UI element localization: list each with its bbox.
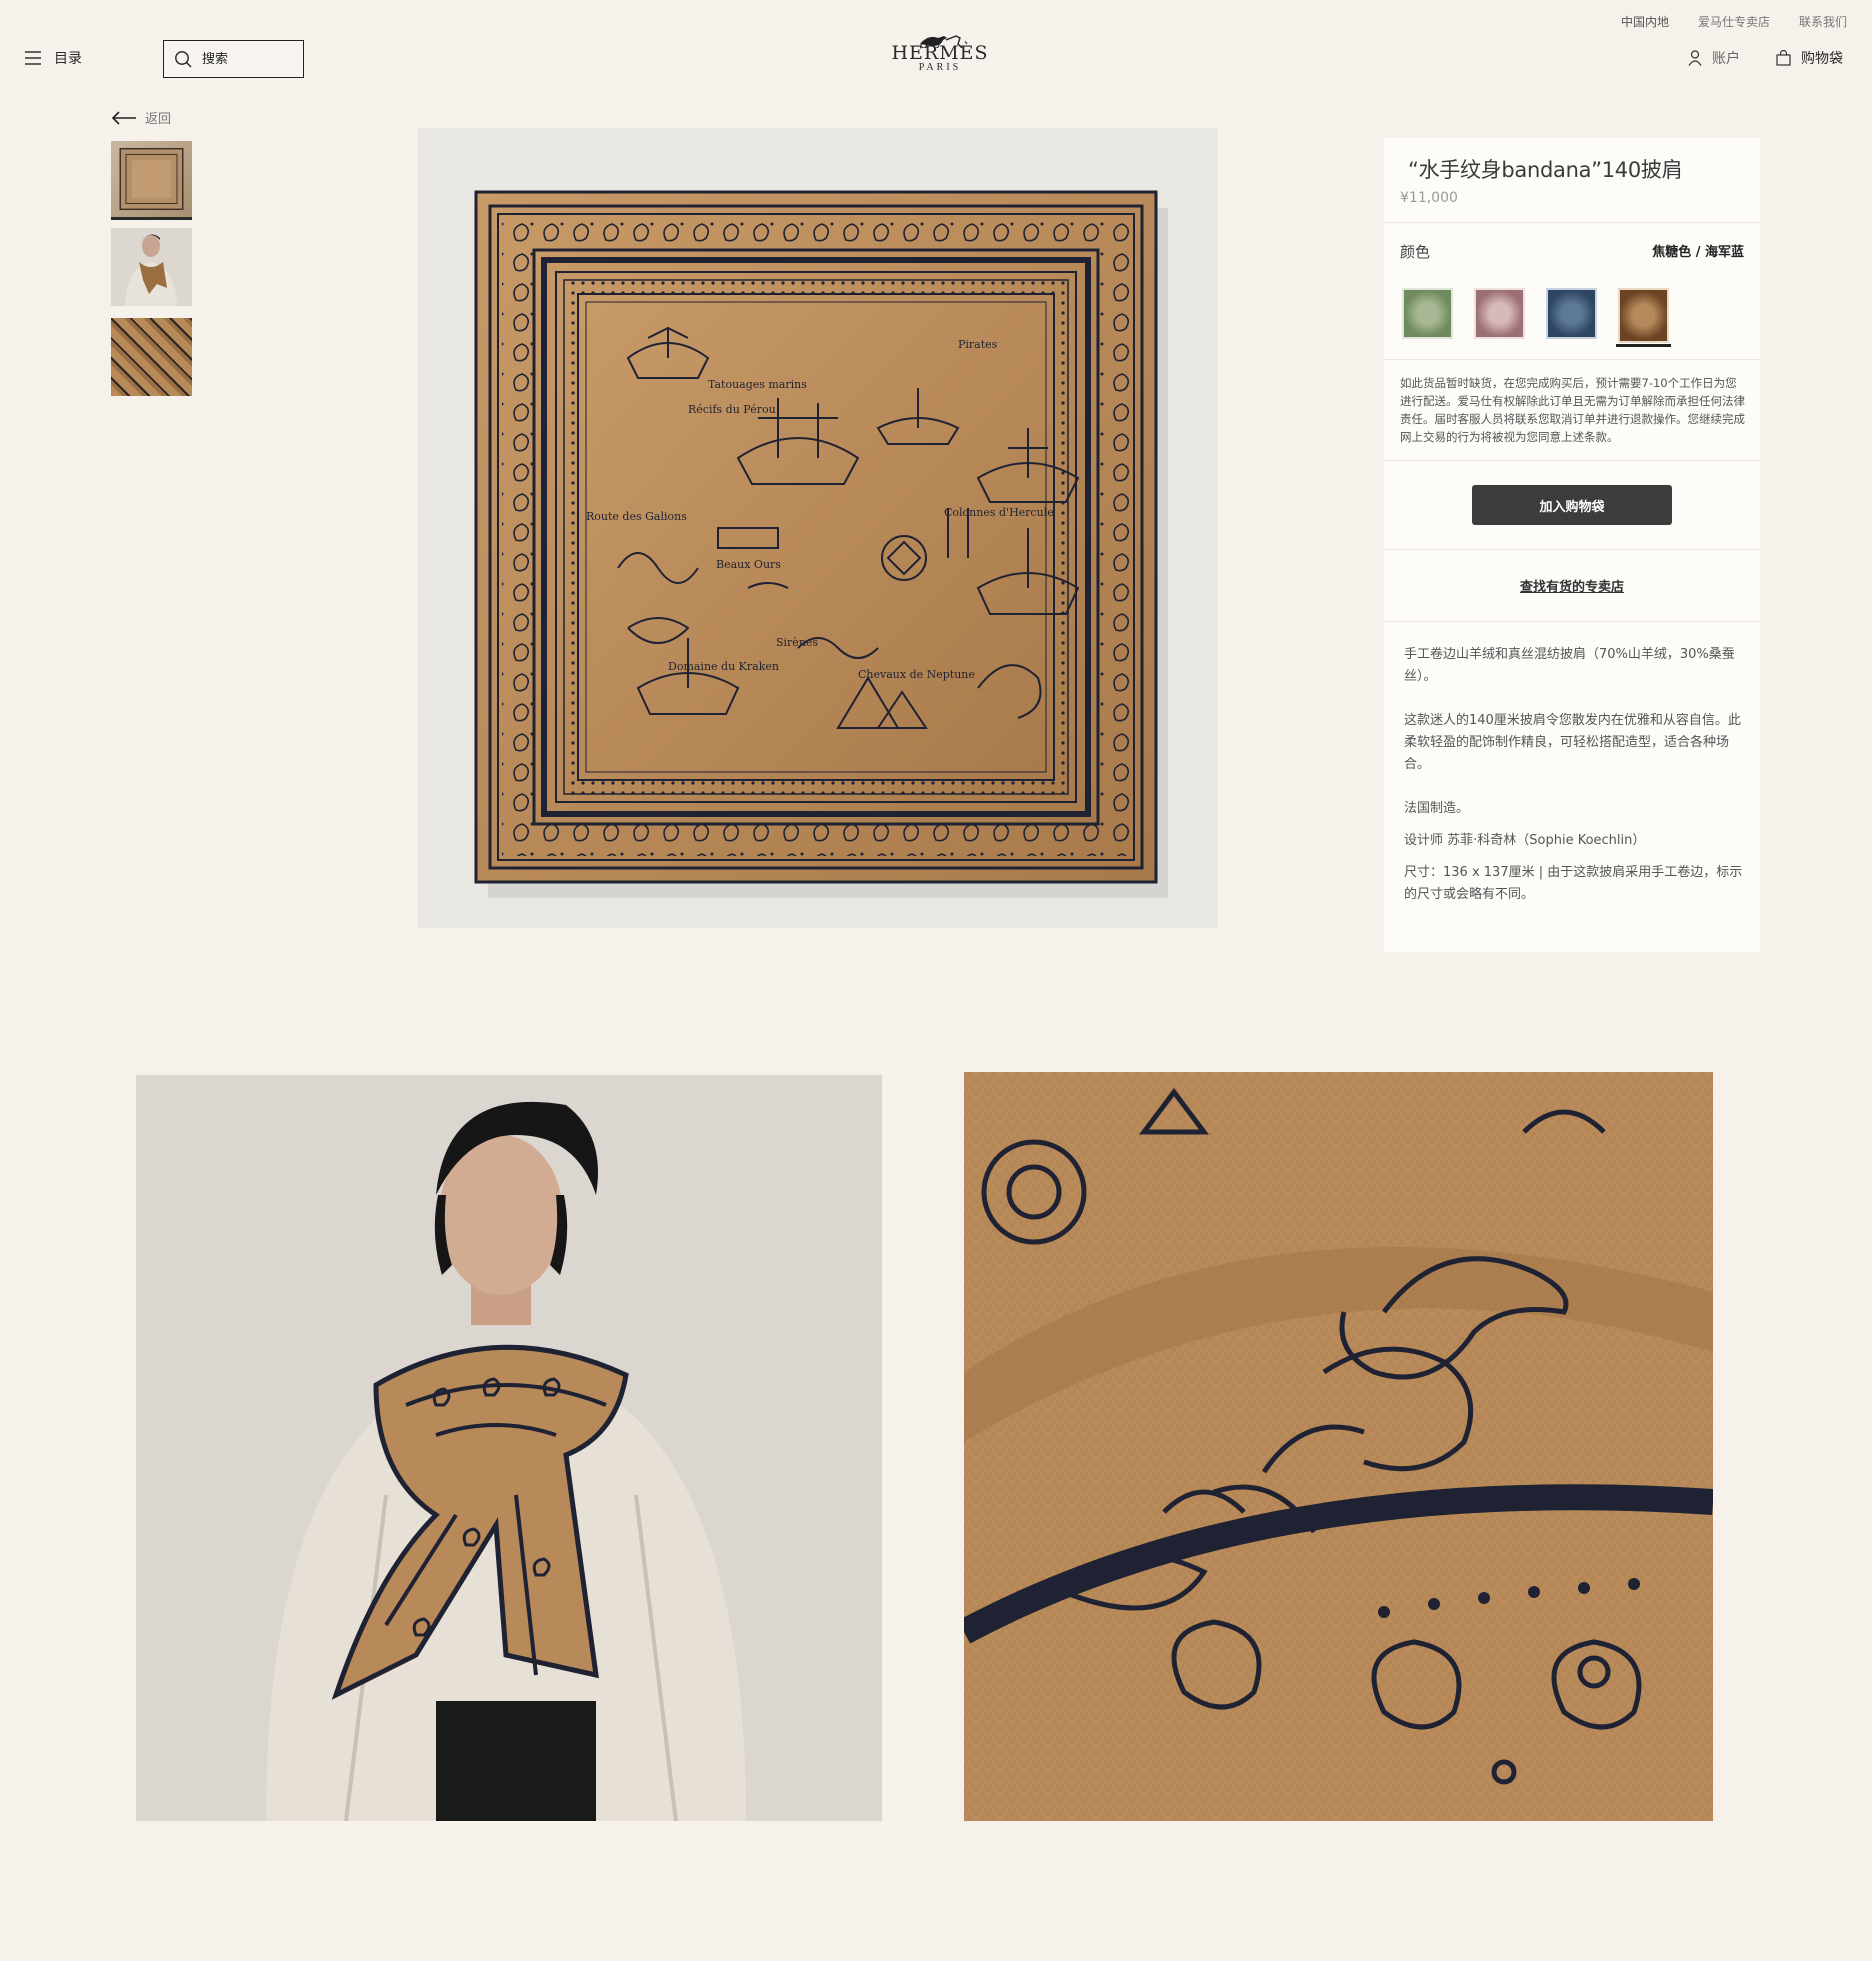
stock-notice: 如此货品暂时缺货，在您完成购买后，预计需要7-10个工作日为您进行配送。爱马仕有… — [1400, 376, 1745, 444]
brand-logo[interactable]: HERMÈS PARIS — [880, 32, 1000, 84]
scarf-label-8: Chevaux de Neptune — [858, 668, 975, 681]
thumbnail-scarf-flat[interactable] — [111, 141, 192, 220]
swatch-rose[interactable] — [1472, 286, 1527, 341]
bag-label: 购物袋 — [1801, 51, 1843, 67]
bag-icon — [1776, 50, 1791, 66]
carriage-logo-icon — [920, 35, 963, 48]
back-link[interactable]: 返回 — [111, 108, 171, 127]
product-title: “水手纹身bandana”140披肩 — [1408, 158, 1683, 182]
stores-link[interactable]: 爱马仕专卖店 — [1698, 13, 1770, 30]
desc-intro: 这款迷人的140厘米披肩令您散发内在优雅和从容自信。此柔软轻盈的配饰制作精良，可… — [1404, 713, 1741, 772]
swatch-green[interactable] — [1400, 286, 1455, 341]
add-to-cart-button[interactable]: 加入购物袋 — [1472, 485, 1672, 525]
model-image[interactable] — [136, 1075, 882, 1821]
menu-label: 目录 — [54, 51, 82, 67]
hamburger-icon — [25, 51, 41, 65]
desc-origin: 法国制造。 — [1404, 801, 1470, 816]
contact-link[interactable]: 联系我们 — [1799, 13, 1847, 30]
user-icon — [1688, 50, 1702, 66]
scarf-label-5: Beaux Ours — [716, 558, 781, 571]
swatch-caramel-navy[interactable] — [1616, 286, 1671, 347]
desc-material: 手工卷边山羊绒和真丝混纺披肩（70%山羊绒，30%桑蚕丝）。 — [1404, 647, 1735, 684]
back-label: 返回 — [145, 112, 172, 127]
desc-designer: 设计师 苏菲·科奇林（Sophie Koechlin） — [1404, 833, 1646, 848]
search-icon — [175, 51, 192, 68]
scarf-label-0: Tatouages marins — [708, 378, 807, 391]
thumbnail-detail[interactable] — [111, 318, 192, 396]
scarf-label-3: Route des Galions — [586, 510, 687, 523]
thumbnail-model[interactable] — [111, 228, 192, 306]
scarf-label-1: Pirates — [958, 338, 998, 351]
color-value: 焦糖色 / 海军蓝 — [1652, 245, 1744, 260]
product-panel: “水手纹身bandana”140披肩 ¥11,000 颜色 焦糖色 / 海军蓝 … — [1384, 138, 1760, 952]
search-input[interactable] — [202, 51, 292, 67]
search-box[interactable] — [163, 40, 304, 78]
account-label: 账户 — [1712, 51, 1740, 67]
shopping-bag-button[interactable]: 购物袋 — [1776, 48, 1843, 68]
scarf-label-2: Récifs du Pérou — [688, 403, 776, 416]
find-store-link[interactable]: 查找有货的专卖店 — [1384, 550, 1760, 621]
scarf-label-6: Sirènes — [776, 636, 818, 649]
scarf-label-7: Domaine du Kraken — [668, 660, 779, 673]
product-description: 手工卷边山羊绒和真丝混纺披肩（70%山羊绒，30%桑蚕丝）。 这款迷人的140厘… — [1384, 622, 1760, 944]
desc-size: 尺寸：136 x 137厘米 | 由于这款披肩采用手工卷边，标示的尺寸或会略有不… — [1404, 865, 1743, 902]
color-swatches — [1384, 278, 1760, 359]
product-price: ¥11,000 — [1400, 190, 1458, 206]
region-link[interactable]: 中国内地 — [1621, 13, 1669, 30]
menu-button[interactable]: 目录 — [24, 48, 82, 68]
color-label: 颜色 — [1400, 243, 1431, 261]
swatch-blue[interactable] — [1544, 286, 1599, 341]
account-button[interactable]: 账户 — [1688, 48, 1740, 68]
arrow-left-icon — [111, 110, 136, 125]
detail-image[interactable] — [964, 1072, 1713, 1821]
main-product-image[interactable]: Tatouages marins Pirates Récifs du Pérou… — [418, 128, 1218, 928]
scarf-label-4: Colonnes d'Hercule — [944, 506, 1054, 519]
